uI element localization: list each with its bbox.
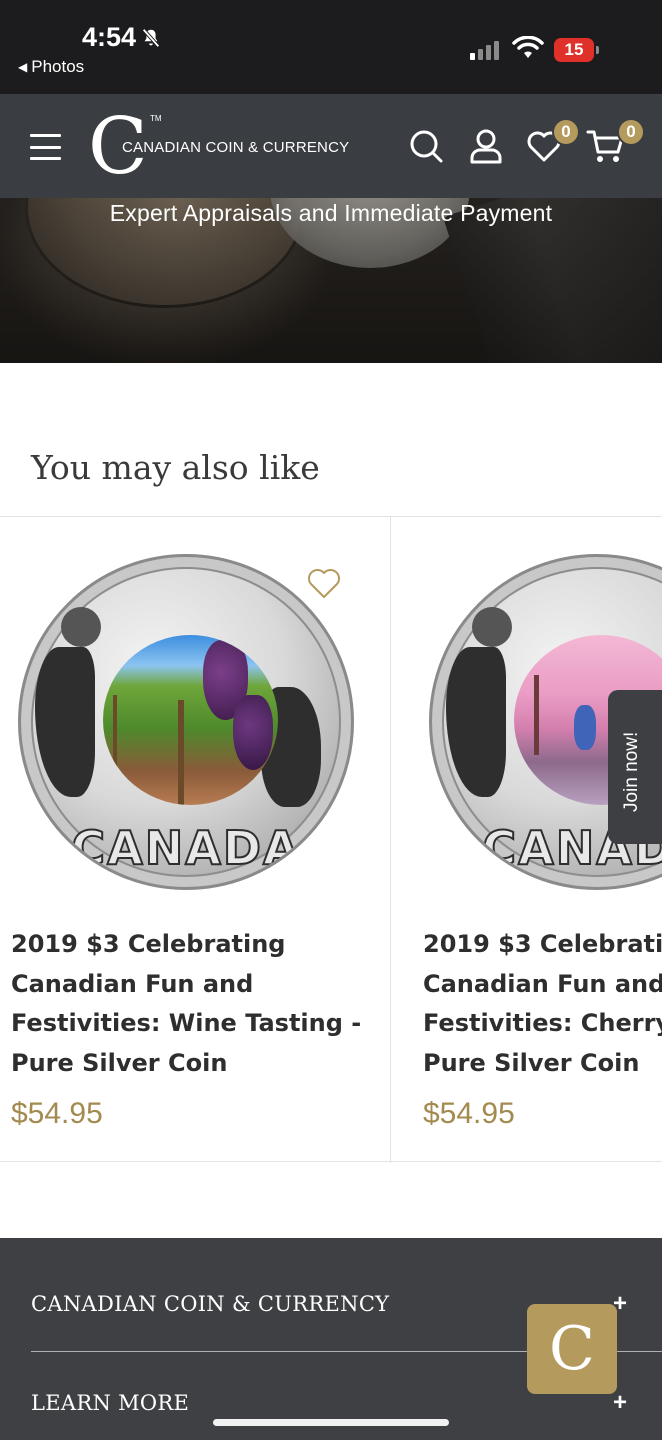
product-title[interactable]: 2019 $3 Celebrating Canadian Fun and Fes…: [11, 925, 381, 1083]
clock: 4:54: [82, 22, 162, 53]
wishlist-count-badge: 0: [552, 118, 580, 146]
site-header: C TM CANADIAN COIN & CURRENCY 0 0: [0, 94, 662, 198]
cart-count-badge: 0: [617, 118, 645, 146]
chat-launcher-button[interactable]: C: [527, 1304, 617, 1394]
hero-banner: Expert Appraisals and Immediate Payment: [0, 198, 662, 363]
product-title[interactable]: 2019 $3 Celebrating Canadian Fun and Fes…: [423, 925, 662, 1083]
footer-accordion-label: CANADIAN COIN & CURRENCY: [31, 1292, 390, 1316]
menu-icon[interactable]: [30, 134, 61, 160]
footer-accordion-label: LEARN MORE: [31, 1391, 190, 1415]
site-logo[interactable]: C TM CANADIAN COIN & CURRENCY: [88, 108, 358, 186]
wifi-icon: [512, 36, 544, 58]
home-indicator[interactable]: [213, 1419, 449, 1426]
coin-inscription: CANADA: [70, 820, 301, 876]
product-price: $54.95: [11, 1097, 103, 1130]
status-bar: 4:54 ◀ Photos 15: [0, 0, 662, 94]
product-card[interactable]: CANADA 2019 $3 Celebrating Canadian Fun …: [0, 517, 391, 1163]
product-carousel[interactable]: CANADA 2019 $3 Celebrating Canadian Fun …: [0, 516, 662, 1163]
page: 4:54 ◀ Photos 15 C TM CANADIAN COIN & CU…: [0, 0, 662, 1440]
join-now-tab[interactable]: Join now!: [608, 690, 662, 844]
signal-icon: [470, 40, 499, 60]
expand-plus-icon[interactable]: +: [613, 1389, 627, 1417]
hero-tagline: Expert Appraisals and Immediate Payment: [109, 200, 553, 226]
bell-slash-icon: [142, 28, 160, 47]
back-arrow-icon: ◀: [18, 60, 28, 74]
logo-trademark: TM: [150, 114, 162, 123]
back-label: Photos: [31, 57, 85, 76]
product-image[interactable]: CANADA: [18, 554, 354, 890]
logo-text: CANADIAN COIN & CURRENCY: [122, 139, 350, 156]
footer-accordion-company[interactable]: CANADIAN COIN & CURRENCY: [31, 1292, 389, 1316]
section-title: You may also like: [31, 448, 320, 487]
footer-accordion-learn-more[interactable]: LEARN MORE: [31, 1391, 189, 1415]
back-to-photos[interactable]: ◀ Photos: [18, 57, 84, 77]
join-now-label: Join now!: [621, 731, 642, 812]
add-to-wishlist-heart-icon[interactable]: [306, 566, 342, 600]
chat-logo-icon: C: [549, 1314, 595, 1384]
battery-icon: 15: [554, 38, 599, 62]
product-price: $54.95: [423, 1097, 515, 1130]
account-icon[interactable]: [468, 128, 504, 164]
coin-artwork-vineyard: [103, 635, 278, 805]
battery-level: 15: [564, 40, 584, 59]
clock-time: 4:54: [82, 22, 137, 52]
search-icon[interactable]: [408, 128, 444, 164]
